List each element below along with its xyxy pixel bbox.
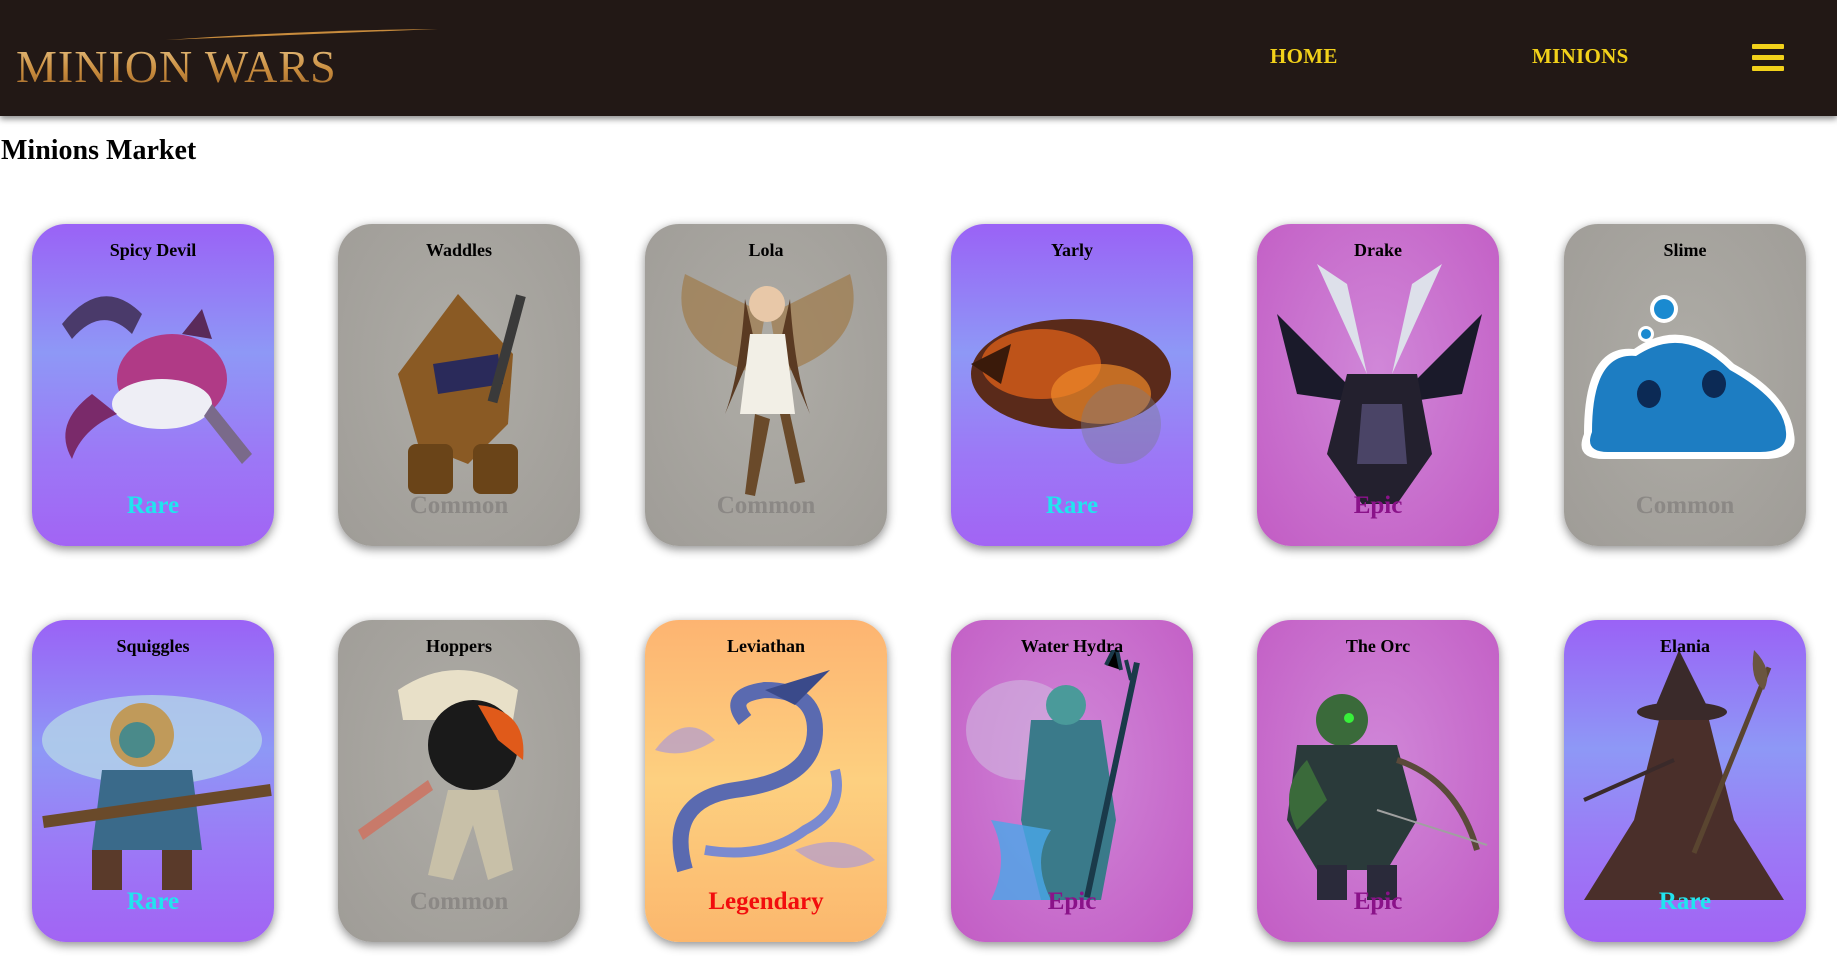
- minion-card-leviathan[interactable]: Leviathan Legendary: [645, 620, 887, 942]
- minion-card-lola[interactable]: Lola Common: [645, 224, 887, 546]
- dark-dragon-icon: [1277, 264, 1482, 504]
- minion-card-squiggles[interactable]: Squiggles Rare: [32, 620, 274, 942]
- rarity-label: Rare: [126, 888, 180, 915]
- rarity-label: Common: [716, 492, 816, 519]
- minion-card-yarly[interactable]: Yarly Rare: [951, 224, 1193, 546]
- fairy-icon: [681, 274, 854, 496]
- rarity-label: Epic: [1047, 888, 1097, 915]
- fire-beast-icon: [971, 319, 1171, 464]
- rarity-label: Common: [409, 888, 509, 915]
- top-navbar: MINION WARS HOME MINIONS: [0, 0, 1837, 116]
- rarity-label: Common: [1635, 492, 1735, 519]
- troll-shaman-icon: [42, 695, 272, 890]
- nav-home-link[interactable]: HOME: [1270, 44, 1338, 69]
- minion-card-waddles[interactable]: Waddles Common: [338, 224, 580, 546]
- logo-text: MINION WARS: [16, 32, 337, 102]
- sea-serpent-icon: [655, 670, 875, 873]
- minion-name: The Orc: [1345, 636, 1411, 656]
- water-hydra-icon: [966, 650, 1140, 900]
- minion-card-slime[interactable]: Slime Common: [1564, 224, 1806, 546]
- minion-name: Yarly: [1051, 240, 1093, 260]
- witch-icon: [1583, 650, 1784, 900]
- minion-name: Elania: [1659, 636, 1711, 656]
- rarity-label: Epic: [1353, 492, 1403, 519]
- minion-name: Leviathan: [726, 636, 805, 656]
- rarity-label: Legendary: [708, 888, 824, 915]
- minion-card-elania[interactable]: Elania Rare: [1564, 620, 1806, 942]
- minion-name: Waddles: [425, 240, 493, 260]
- page-title: Minions Market: [1, 135, 197, 166]
- minion-card-spicy-devil[interactable]: Spicy Devil Rare: [32, 224, 274, 546]
- nav-minions-link[interactable]: MINIONS: [1532, 44, 1629, 69]
- blue-slime-icon: [1581, 295, 1795, 459]
- minion-card-the-orc[interactable]: The Orc Epic: [1257, 620, 1499, 942]
- rarity-label: Epic: [1353, 888, 1403, 915]
- minion-card-drake[interactable]: Drake Epic: [1257, 224, 1499, 546]
- minion-name: Spicy Devil: [109, 240, 197, 260]
- armored-warrior-icon: [398, 294, 526, 494]
- rarity-label: Rare: [126, 492, 180, 519]
- rarity-label: Rare: [1658, 888, 1712, 915]
- minion-name: Slime: [1663, 240, 1707, 260]
- minion-wars-logo[interactable]: MINION WARS: [16, 22, 438, 102]
- minion-name: Lola: [748, 240, 784, 260]
- orc-archer-icon: [1287, 694, 1488, 900]
- minion-name: Hoppers: [425, 636, 492, 656]
- minion-name: Drake: [1354, 240, 1402, 260]
- winged-devil-creature-icon: [62, 296, 252, 464]
- rarity-label: Rare: [1045, 492, 1099, 519]
- rarity-label: Common: [409, 492, 509, 519]
- minion-card-water-hydra[interactable]: Water Hydra Epic: [951, 620, 1193, 942]
- minion-name: Squiggles: [116, 636, 190, 656]
- logo-swoosh-icon: [166, 29, 438, 40]
- minion-name: Water Hydra: [1020, 636, 1124, 656]
- masked-ninja-icon: [358, 670, 524, 880]
- minion-card-hoppers[interactable]: Hoppers Common: [338, 620, 580, 942]
- hamburger-menu-icon[interactable]: [1752, 44, 1784, 72]
